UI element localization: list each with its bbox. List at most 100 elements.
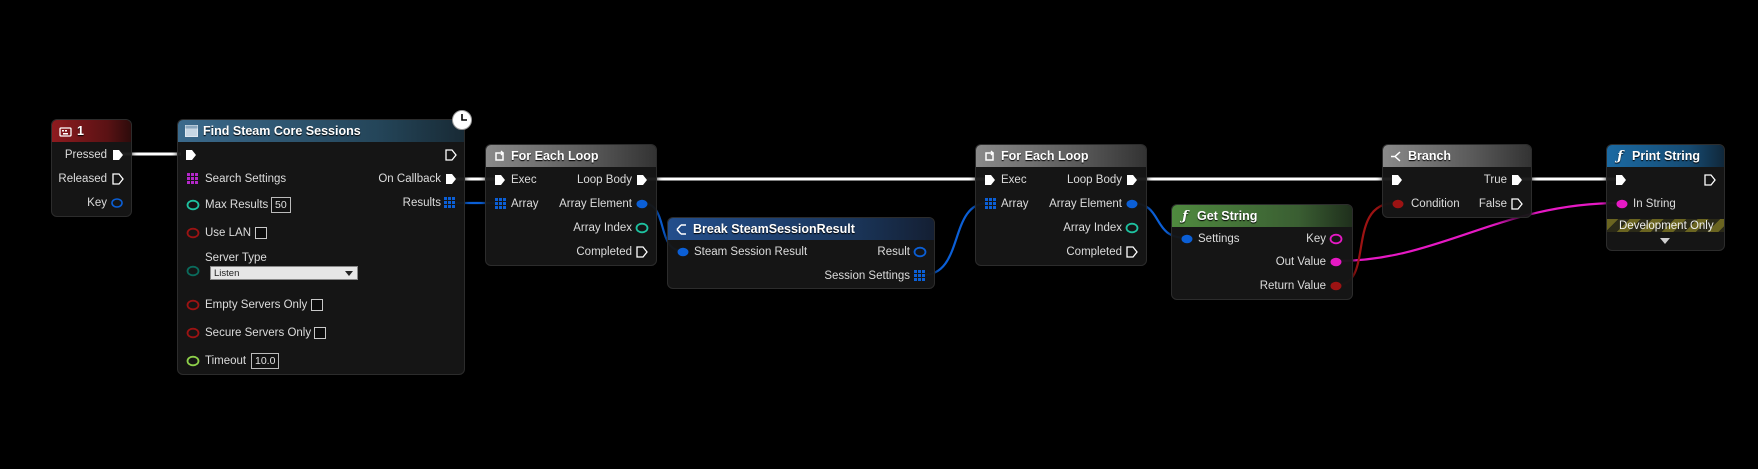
branch-node[interactable]: Branch True Condition False — [1382, 144, 1532, 218]
loop-macro-icon — [982, 149, 996, 163]
loop2-exec-label: Exec — [1001, 174, 1027, 186]
results-label: Results — [402, 197, 441, 209]
loop1-array-index-pin[interactable] — [635, 222, 649, 234]
result-output-label: Result — [877, 246, 910, 258]
false-label: False — [1478, 198, 1507, 210]
false-exec-pin[interactable] — [1511, 198, 1523, 210]
server-type-dropdown[interactable]: Listen — [210, 266, 358, 280]
key-output-pin[interactable] — [111, 197, 124, 209]
loop1-array-element-pin[interactable] — [635, 198, 649, 210]
empty-servers-checkbox[interactable] — [311, 299, 323, 311]
search-settings-grid-pin[interactable] — [187, 173, 199, 185]
max-results-int-pin[interactable] — [186, 199, 200, 211]
break-steam-session-result-node[interactable]: Break SteamSessionResult Steam Session R… — [667, 217, 935, 289]
loop2-array-index-pin[interactable] — [1125, 222, 1139, 234]
session-settings-array-pin[interactable] — [914, 270, 926, 282]
secure-servers-label: Secure Servers Only — [205, 327, 312, 339]
true-exec-pin[interactable] — [1511, 174, 1523, 186]
key-1-node-title: 1 — [77, 124, 84, 138]
return-value-pin[interactable] — [1329, 280, 1343, 292]
get-string-key-label: Key — [1306, 233, 1326, 245]
branch-node-header[interactable]: Branch — [1383, 145, 1531, 167]
use-lan-checkbox[interactable] — [255, 227, 267, 239]
loop2-node-header[interactable]: For Each Loop — [976, 145, 1146, 167]
loop2-array-element-label: Array Element — [1049, 198, 1122, 210]
key-1-event-node[interactable]: 1 Pressed Released Key — [51, 119, 132, 217]
out-value-pin[interactable] — [1329, 256, 1343, 268]
loop2-array-label: Array — [1001, 198, 1029, 210]
pressed-label: Pressed — [64, 149, 107, 161]
empty-servers-bool-pin[interactable] — [186, 299, 200, 311]
break-struct-icon — [674, 222, 688, 236]
print-exec-in-pin[interactable] — [1615, 174, 1627, 186]
loop1-loop-body-pin[interactable] — [636, 174, 648, 186]
chevron-down-icon — [345, 271, 353, 276]
true-label: True — [1483, 174, 1507, 186]
loop1-completed-pin[interactable] — [636, 246, 648, 258]
condition-bool-pin[interactable] — [1391, 198, 1405, 210]
loop1-array-pin[interactable] — [495, 198, 507, 210]
secure-servers-checkbox[interactable] — [314, 327, 326, 339]
max-results-input[interactable]: 50 — [271, 197, 291, 213]
find-sessions-node-header[interactable]: Find Steam Core Sessions — [178, 120, 464, 142]
max-results-label: Max Results — [205, 199, 269, 211]
use-lan-bool-pin[interactable] — [186, 227, 200, 239]
loop1-exec-in-pin[interactable] — [494, 174, 506, 186]
get-string-key-pin[interactable] — [1329, 233, 1343, 245]
server-type-enum-pin[interactable] — [186, 265, 200, 277]
released-exec-pin[interactable] — [112, 173, 124, 185]
timeout-label: Timeout — [205, 355, 247, 367]
get-string-node-title: Get String — [1197, 209, 1258, 223]
timeout-float-pin[interactable] — [186, 355, 200, 367]
keyboard-event-icon — [58, 124, 72, 138]
break-node-header[interactable]: Break SteamSessionResult — [668, 218, 934, 240]
loop2-array-index-label: Array Index — [1063, 222, 1122, 234]
branch-exec-in-pin[interactable] — [1391, 174, 1403, 186]
results-array-pin[interactable] — [444, 197, 456, 209]
loop1-node-header[interactable]: For Each Loop — [486, 145, 656, 167]
out-value-label: Out Value — [1275, 256, 1326, 268]
get-string-node-header[interactable]: ƒ Get String — [1172, 205, 1352, 227]
loop1-array-index-label: Array Index — [573, 222, 632, 234]
branch-icon — [1389, 149, 1403, 163]
key-1-node-header[interactable]: 1 — [52, 120, 131, 142]
result-output-pin[interactable] — [913, 246, 927, 258]
find-steam-core-sessions-node[interactable]: Find Steam Core Sessions Search Settings… — [177, 119, 465, 375]
loop2-loop-body-label: Loop Body — [1067, 174, 1122, 186]
loop2-array-element-pin[interactable] — [1125, 198, 1139, 210]
loop2-loop-body-pin[interactable] — [1126, 174, 1138, 186]
released-label: Released — [58, 173, 107, 185]
secure-servers-bool-pin[interactable] — [186, 327, 200, 339]
loop2-completed-label: Completed — [1066, 246, 1122, 258]
for-each-loop-node-1[interactable]: For Each Loop Exec Loop Body Array Array… — [485, 144, 657, 266]
key-output-label: Key — [87, 197, 107, 209]
function-f-icon: ƒ — [1182, 208, 1188, 224]
expand-advanced-arrow-icon[interactable] — [1660, 238, 1671, 245]
branch-node-title: Branch — [1408, 149, 1452, 163]
loop2-exec-in-pin[interactable] — [984, 174, 996, 186]
return-value-label: Return Value — [1259, 280, 1326, 292]
on-callback-exec-pin[interactable] — [445, 173, 457, 185]
steam-session-result-input-pin[interactable] — [676, 246, 690, 258]
loop2-array-pin[interactable] — [985, 198, 997, 210]
loop1-array-element-label: Array Element — [559, 198, 632, 210]
get-string-node[interactable]: ƒ Get String Settings Key Out Value Retu… — [1171, 204, 1353, 300]
for-each-loop-node-2[interactable]: For Each Loop Exec Loop Body Array Array… — [975, 144, 1147, 266]
print-string-node[interactable]: ƒ Print String In String Development Onl… — [1606, 144, 1725, 251]
pressed-exec-pin[interactable] — [112, 149, 124, 161]
server-type-label: Server Type — [205, 252, 267, 264]
session-settings-label: Session Settings — [824, 270, 910, 282]
find-sessions-node-title: Find Steam Core Sessions — [203, 124, 361, 138]
find-exec-out-pin[interactable] — [445, 149, 457, 161]
loop1-completed-label: Completed — [576, 246, 632, 258]
print-exec-out-pin[interactable] — [1704, 174, 1716, 186]
in-string-pin[interactable] — [1615, 198, 1629, 210]
print-string-node-header[interactable]: ƒ Print String — [1607, 145, 1724, 167]
find-exec-in-pin[interactable] — [185, 149, 197, 161]
get-string-settings-pin[interactable] — [1180, 233, 1194, 245]
loop1-array-label: Array — [511, 198, 539, 210]
loop2-node-title: For Each Loop — [1001, 149, 1089, 163]
loop2-completed-pin[interactable] — [1126, 246, 1138, 258]
timeout-input[interactable]: 10.0 — [251, 353, 280, 369]
function-node-icon — [184, 124, 198, 138]
